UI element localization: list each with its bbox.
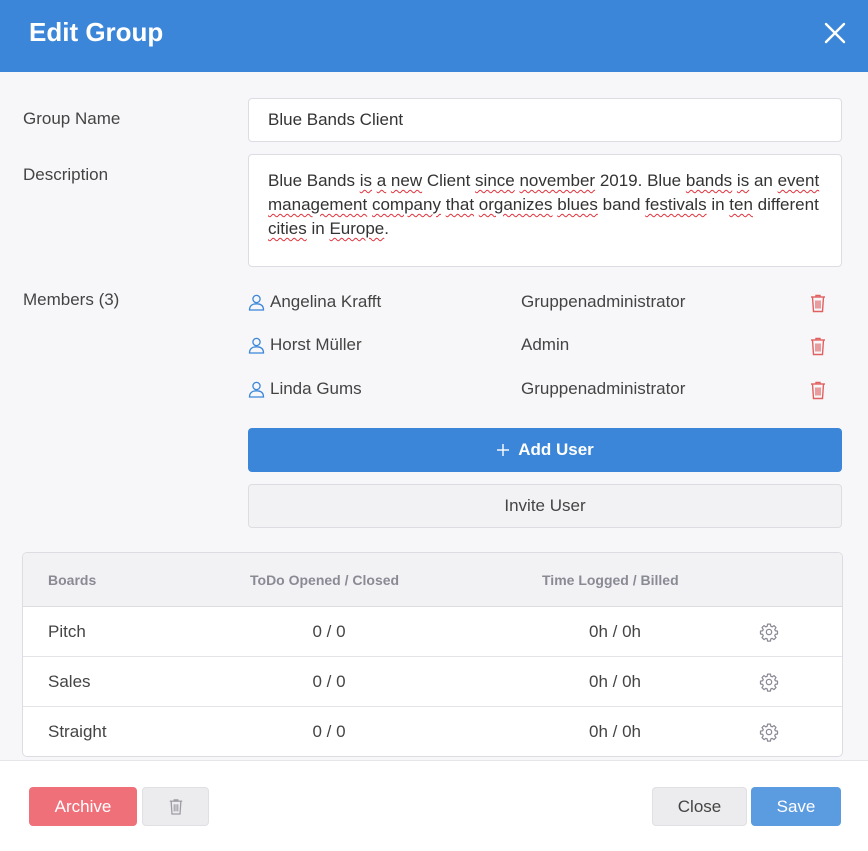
trash-icon[interactable]	[809, 293, 827, 313]
member-name: Horst Müller	[270, 335, 362, 354]
dialog-footer: Archive Close Save	[0, 760, 868, 851]
archive-button[interactable]: Archive	[29, 787, 137, 826]
header-boards: Boards	[48, 572, 97, 588]
gear-icon[interactable]	[759, 672, 779, 692]
group-name-label: Group Name	[23, 109, 121, 128]
time-logged: 0h / 0h	[589, 622, 641, 641]
board-name: Pitch	[48, 622, 86, 641]
gear-icon[interactable]	[759, 622, 779, 642]
description-textarea[interactable]: Blue Bands is a new Client since novembe…	[248, 154, 842, 267]
member-role: Gruppenadministrator	[521, 379, 686, 398]
save-label: Save	[776, 796, 816, 816]
user-icon	[248, 381, 265, 398]
board-name: Straight	[48, 722, 107, 741]
member-name: Linda Gums	[270, 379, 362, 398]
trash-icon[interactable]	[809, 380, 827, 400]
member-name: Angelina Krafft	[270, 292, 382, 311]
close-label: Close	[677, 796, 722, 816]
board-name: Sales	[48, 672, 91, 691]
close-icon[interactable]	[822, 20, 848, 46]
table-header: Boards ToDo Opened / Closed Time Logged …	[23, 553, 842, 607]
time-logged: 0h / 0h	[589, 672, 641, 691]
invite-user-label: Invite User	[504, 496, 586, 515]
member-role: Admin	[521, 335, 570, 354]
close-button[interactable]: Close	[652, 787, 747, 826]
header-todo: ToDo Opened / Closed	[250, 572, 400, 588]
members-label: Members (3)	[23, 290, 120, 309]
save-button[interactable]: Save	[751, 787, 841, 826]
gear-icon[interactable]	[759, 722, 779, 742]
delete-group-button[interactable]	[142, 787, 209, 826]
member-row: Horst Müller Admin	[248, 331, 842, 361]
table-row[interactable]: Straight 0 / 0 0h / 0h	[23, 707, 842, 756]
description-label: Description	[23, 165, 109, 184]
user-icon	[248, 294, 265, 311]
dialog-header: Edit Group	[0, 0, 868, 72]
invite-user-button[interactable]: Invite User	[248, 484, 842, 528]
add-user-label: Add User	[518, 440, 594, 459]
member-row: Linda Gums Gruppenadministrator	[248, 375, 842, 405]
archive-label: Archive	[54, 796, 112, 816]
todo-count: 0 / 0	[312, 722, 346, 741]
trash-icon[interactable]	[809, 336, 827, 356]
table-row[interactable]: Pitch 0 / 0 0h / 0h	[23, 607, 842, 657]
group-name-input[interactable]: Blue Bands Client	[248, 98, 842, 142]
todo-count: 0 / 0	[312, 622, 346, 641]
plus-icon	[497, 444, 510, 456]
member-row: Angelina Krafft Gruppenadministrator	[248, 288, 842, 318]
trash-icon	[169, 799, 182, 815]
member-role: Gruppenadministrator	[521, 292, 686, 311]
header-time: Time Logged / Billed	[542, 572, 679, 588]
todo-count: 0 / 0	[312, 672, 346, 691]
time-logged: 0h / 0h	[589, 722, 641, 741]
user-icon	[248, 337, 265, 354]
table-row[interactable]: Sales 0 / 0 0h / 0h	[23, 657, 842, 707]
add-user-button[interactable]: Add User	[248, 428, 842, 472]
boards-table: Boards ToDo Opened / Closed Time Logged …	[22, 552, 843, 757]
dialog-title: Edit Group	[29, 17, 164, 47]
